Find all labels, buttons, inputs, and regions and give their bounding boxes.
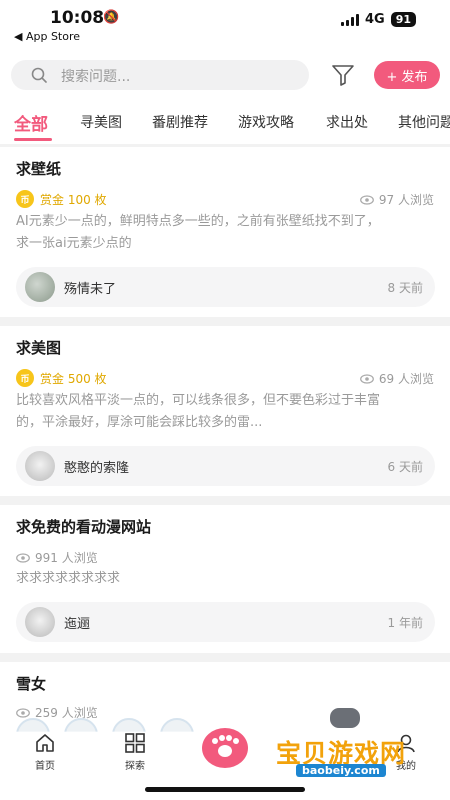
post-description: 比较喜欢风格平淡一点的，可以线条很多，但不要色彩过于丰富 的，平涂最好，厚涂可能…: [16, 390, 436, 434]
tab-game-guides[interactable]: 游戏攻略: [238, 112, 294, 132]
view-count-text: 97 人浏览: [378, 193, 434, 207]
post-title: 雪女: [16, 675, 47, 693]
eye-icon: [360, 194, 374, 205]
search-input[interactable]: 搜索问题...: [11, 60, 309, 90]
gamepad-icon: [330, 708, 360, 728]
home-icon: [36, 734, 54, 752]
post-title: 求免费的看动漫网站: [16, 518, 152, 536]
status-right: 4G 91: [340, 12, 416, 27]
post-author-bar[interactable]: 憨憨的索隆 6 天前: [16, 446, 435, 486]
nav-explore-label: 探索: [125, 761, 145, 772]
nav-home[interactable]: 首页: [15, 732, 75, 772]
signal-icon: [340, 13, 359, 26]
coin-icon: 币: [16, 190, 34, 208]
avatar[interactable]: [25, 272, 55, 302]
publish-label: + 发布: [386, 69, 428, 85]
tab-anime-recommend[interactable]: 番剧推荐: [152, 112, 208, 132]
tab-all[interactable]: 全部: [14, 110, 48, 135]
author-name: 迤逦: [64, 617, 91, 632]
nav-home-label: 首页: [35, 761, 55, 772]
post-title: 求壁纸: [16, 160, 62, 178]
nav-explore[interactable]: 探索: [105, 732, 165, 772]
grid-icon: [125, 733, 145, 753]
home-indicator: [145, 787, 305, 792]
post-title: 求美图: [16, 339, 62, 357]
view-count: 991 人浏览: [16, 549, 98, 566]
view-count-text: 69 人浏览: [378, 372, 434, 386]
status-bar: 10:08 🔕 ◀ App Store 4G 91: [0, 0, 450, 46]
post-time: 8 天前: [387, 281, 423, 295]
post-description: AI元素少一点的，鲜明特点多一些的，之前有张壁纸找不到了， 求一张ai元素少点的: [16, 211, 436, 255]
status-time: 10:08: [50, 8, 105, 28]
author-name: 殇情未了: [64, 282, 117, 297]
filter-icon[interactable]: [331, 64, 355, 86]
eye-icon: [360, 373, 374, 384]
post-card[interactable]: 求壁纸 币 赏金 100 枚 97 人浏览 AI元素少一点的，鲜明特点多一些的，…: [0, 147, 450, 317]
tab-other-questions[interactable]: 其他问题: [398, 112, 450, 132]
publish-button[interactable]: + 发布: [374, 61, 440, 89]
post-description-line: 的，平涂最好，厚涂可能会踩比较多的雷...: [16, 415, 263, 430]
back-to-app-store[interactable]: ◀ App Store: [14, 30, 80, 43]
post-description-line: 比较喜欢风格平淡一点的，可以线条很多，但不要色彩过于丰富: [16, 393, 381, 408]
bounty-amount: 赏金 100 枚: [40, 192, 107, 207]
post-description-line: 求一张ai元素少点的: [16, 236, 132, 251]
avatar[interactable]: [25, 451, 55, 481]
battery-icon: 91: [390, 12, 416, 27]
view-count-text: 991 人浏览: [35, 551, 98, 565]
search-icon: [31, 67, 47, 83]
tab-find-source[interactable]: 求出处: [326, 112, 368, 132]
author-name: 憨憨的索隆: [64, 461, 130, 476]
eye-icon: [16, 707, 30, 718]
bounty-badge: 币 赏金 100 枚: [16, 190, 107, 208]
active-tab-indicator: [14, 138, 52, 141]
post-author-bar[interactable]: 殇情未了 8 天前: [16, 267, 435, 307]
post-card[interactable]: 求免费的看动漫网站 991 人浏览 求求求求求求求求 迤逦 1 年前: [0, 505, 450, 653]
post-description-line: 求求求求求求求求: [16, 571, 121, 586]
network-type: 4G: [364, 12, 385, 27]
avatar[interactable]: [25, 607, 55, 637]
category-tabs: 全部 寻美图 番剧推荐 游戏攻略 求出处 其他问题: [0, 102, 450, 144]
search-placeholder: 搜索问题...: [61, 69, 131, 85]
post-description: 求求求求求求求求: [16, 568, 436, 590]
tab-beauty-pics[interactable]: 寻美图: [80, 112, 122, 132]
post-time: 6 天前: [387, 460, 423, 474]
top-bar: 搜索问题... + 发布: [0, 46, 450, 102]
paw-center-button[interactable]: [202, 728, 248, 768]
view-count: 69 人浏览: [360, 370, 434, 387]
bounty-amount: 赏金 500 枚: [40, 371, 107, 386]
post-time: 1 年前: [387, 616, 423, 630]
post-description-line: AI元素少一点的，鲜明特点多一些的，之前有张壁纸找不到了，: [16, 214, 380, 229]
post-card[interactable]: 求美图 币 赏金 500 枚 69 人浏览 比较喜欢风格平淡一点的，可以线条很多…: [0, 326, 450, 496]
mute-bell-icon: 🔕: [103, 10, 120, 25]
coin-icon: 币: [16, 369, 34, 387]
site-watermark: 宝贝游戏网 baobeiy.com: [272, 700, 422, 780]
post-author-bar[interactable]: 迤逦 1 年前: [16, 602, 435, 642]
bounty-badge: 币 赏金 500 枚: [16, 369, 107, 387]
watermark-url: baobeiy.com: [296, 764, 386, 777]
eye-icon: [16, 552, 30, 563]
view-count: 97 人浏览: [360, 191, 434, 208]
